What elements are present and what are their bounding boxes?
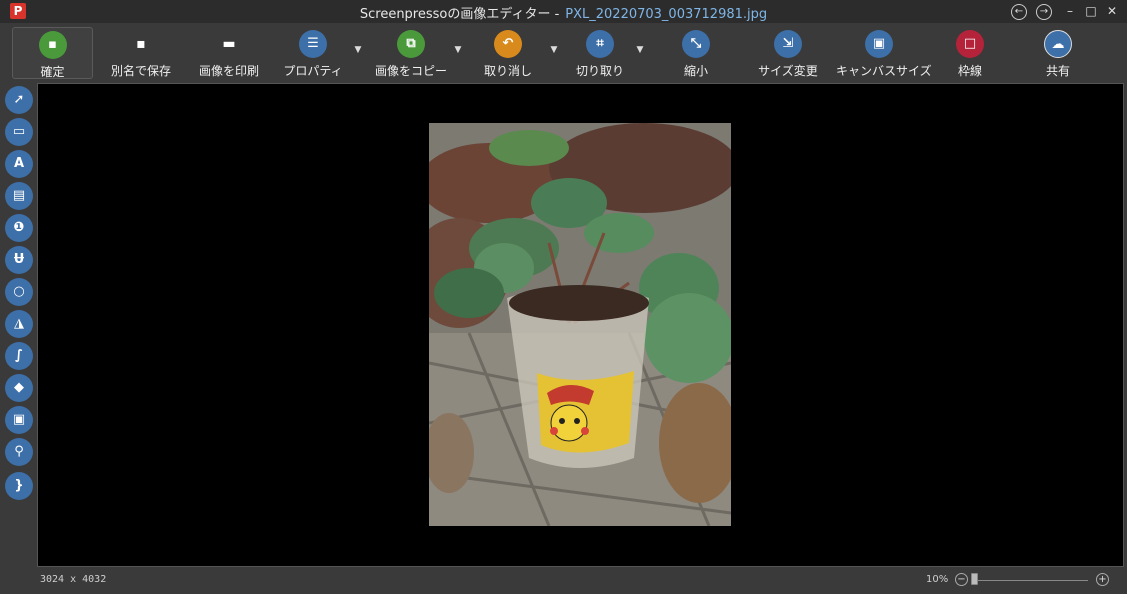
window-title: Screenpressoの画像エディター - PXL_20220703_00371… — [0, 3, 1127, 22]
resize-label: サイズ変更 — [758, 64, 818, 78]
status-bar: 3024 x 4032 10% − + — [0, 568, 1127, 594]
zoom-out-button[interactable]: − — [955, 573, 968, 586]
magnet-tool-icon[interactable]: Ʉ — [5, 246, 33, 274]
app-title: Screenpressoの画像エディター - — [359, 7, 560, 22]
zoom-in-button[interactable]: + — [1096, 573, 1109, 586]
rectangle-tool-icon[interactable]: ▭ — [5, 118, 33, 146]
shrink-icon: ⤡ — [682, 30, 710, 58]
image-tool-icon[interactable]: ▣ — [5, 406, 33, 434]
zoom-level: 10% — [926, 574, 949, 585]
confirm-label: 確定 — [40, 65, 65, 79]
crop-dropdown-icon[interactable]: ▼ — [635, 45, 645, 55]
highlighter-tool-icon[interactable]: ◮ — [5, 310, 33, 338]
ellipse-tool-icon[interactable]: ○ — [5, 278, 33, 306]
forward-icon[interactable]: → — [1036, 4, 1052, 20]
maximize-button[interactable]: □ — [1083, 4, 1099, 20]
save-as-button[interactable]: ▪ 別名で保存 — [104, 27, 178, 79]
copy-dropdown-icon[interactable]: ▼ — [453, 45, 463, 55]
canvas-size-icon: ▣ — [865, 30, 893, 58]
resize-button[interactable]: ⇲ サイズ変更 — [752, 27, 824, 79]
resize-icon: ⇲ — [774, 30, 802, 58]
copy-image-label: 画像をコピー — [374, 64, 447, 78]
print-label: 画像を印刷 — [198, 64, 259, 78]
undo-icon: ↶ — [494, 30, 522, 58]
close-button[interactable]: ✕ — [1104, 4, 1120, 20]
copy-image-button[interactable]: ⧉ 画像をコピー — [373, 27, 449, 79]
border-button[interactable]: □ 枠線 — [942, 27, 998, 79]
plant-photo-image — [429, 123, 731, 526]
print-button[interactable]: ▬ 画像を印刷 — [192, 27, 266, 79]
image-canvas[interactable] — [37, 83, 1124, 567]
toolbar: ▪ 確定 ▪ 別名で保存 ▬ 画像を印刷 ☰ プロパティ ▼ ⧉ 画像をコピー … — [0, 23, 1127, 81]
zoom-slider-thumb[interactable] — [971, 573, 979, 585]
arrow-tool-icon[interactable]: ➚ — [5, 86, 33, 114]
properties-dropdown-icon[interactable]: ▼ — [353, 45, 363, 55]
confirm-button[interactable]: ▪ 確定 — [12, 27, 93, 79]
undo-label: 取り消し — [483, 64, 532, 78]
canvas-size-button[interactable]: ▣ キャンバスサイズ — [836, 27, 932, 79]
properties-button[interactable]: ☰ プロパティ — [283, 27, 343, 79]
blur-tool-icon[interactable]: ◆ — [5, 374, 33, 402]
undo-button[interactable]: ↶ 取り消し — [480, 27, 536, 79]
text-tool-icon[interactable]: A — [5, 150, 33, 178]
numbering-tool-icon[interactable]: ❶ — [5, 214, 33, 242]
toolbox: ➚ ▭ A ▤ ❶ Ʉ ○ ◮ ∫ ◆ ▣ ⚲ } — [0, 84, 37, 504]
brace-tool-icon[interactable]: } — [5, 472, 33, 500]
cloud-upload-icon: ☁ — [1044, 30, 1072, 58]
undo-dropdown-icon[interactable]: ▼ — [549, 45, 559, 55]
magnifier-tool-icon[interactable]: ⚲ — [5, 438, 33, 466]
border-icon: □ — [956, 30, 984, 58]
callout-tool-icon[interactable]: ▤ — [5, 182, 33, 210]
crop-icon: ⌗ — [586, 30, 614, 58]
share-label: 共有 — [1045, 64, 1070, 78]
freehand-tool-icon[interactable]: ∫ — [5, 342, 33, 370]
file-name: PXL_20220703_003712981.jpg — [565, 7, 768, 22]
share-button[interactable]: ☁ 共有 — [1030, 27, 1086, 79]
save-as-label: 別名で保存 — [110, 64, 171, 78]
properties-label: プロパティ — [283, 64, 343, 78]
edited-photo[interactable] — [429, 123, 731, 526]
copy-icon: ⧉ — [397, 30, 425, 58]
crop-label: 切り取り — [575, 64, 624, 78]
save-as-icon: ▪ — [136, 36, 146, 52]
title-bar: P Screenpressoの画像エディター - PXL_20220703_003… — [0, 0, 1127, 23]
zoom-slider-track[interactable] — [972, 580, 1088, 581]
crop-button[interactable]: ⌗ 切り取り — [572, 27, 628, 79]
minimize-button[interactable]: – — [1062, 4, 1078, 20]
canvas-size-label: キャンバスサイズ — [836, 64, 932, 78]
image-dimensions: 3024 x 4032 — [40, 574, 107, 585]
shrink-button[interactable]: ⤡ 縮小 — [668, 27, 724, 79]
list-icon: ☰ — [299, 30, 327, 58]
back-icon[interactable]: ← — [1011, 4, 1027, 20]
shrink-label: 縮小 — [683, 64, 708, 78]
print-icon: ▬ — [222, 36, 236, 52]
save-icon: ▪ — [38, 31, 67, 59]
border-label: 枠線 — [957, 64, 982, 78]
